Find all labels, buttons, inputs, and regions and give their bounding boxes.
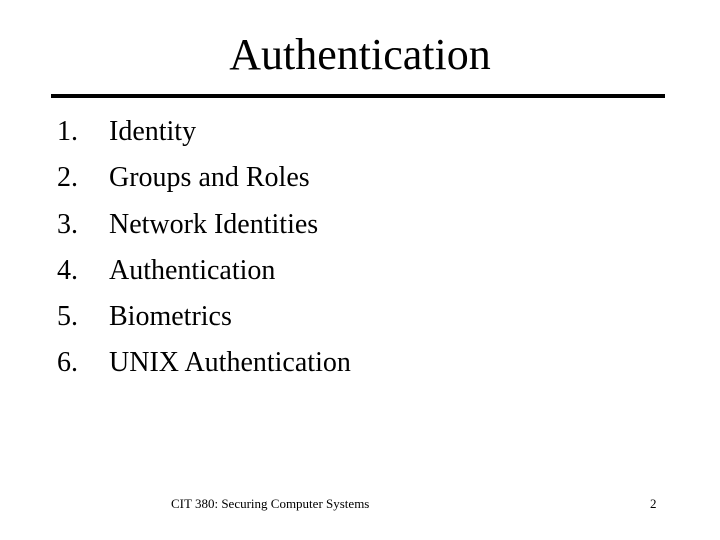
footer-course-title: CIT 380: Securing Computer Systems <box>171 496 370 511</box>
slide: Authentication 1. Identity 2. Groups and R… <box>0 0 720 540</box>
page-number: 2 <box>650 496 657 511</box>
list-item-number: 3. <box>57 208 78 240</box>
list-item-number: 6. <box>57 347 78 379</box>
list-item-text: Identity <box>109 116 197 147</box>
list-item: 5. Biometrics <box>57 297 351 343</box>
list-item-text: Authentication <box>109 254 276 286</box>
list-item-number: 5. <box>57 301 78 333</box>
list-item-number: 1. <box>57 116 78 147</box>
list-item-number: 4. <box>57 254 78 286</box>
list-item-number: 2. <box>57 162 78 194</box>
list-item-text: Groups and Roles <box>109 162 310 194</box>
slide-title: Authentication <box>229 30 491 79</box>
list-item: 2. Groups and Roles <box>57 158 351 204</box>
list-item: 4. Authentication <box>57 251 351 297</box>
list-item-text: Network Identities <box>109 208 319 240</box>
list-item-text: Biometrics <box>109 301 232 333</box>
title-divider <box>51 94 665 98</box>
list-item: 1. Identity <box>57 112 351 158</box>
list-item-text: UNIX Authentication <box>109 347 351 379</box>
list-item: 3. Network Identities <box>57 205 351 251</box>
topic-list: 1. Identity 2. Groups and Roles 3. Network … <box>57 112 351 390</box>
list-item: 6. UNIX Authentication <box>57 343 351 389</box>
